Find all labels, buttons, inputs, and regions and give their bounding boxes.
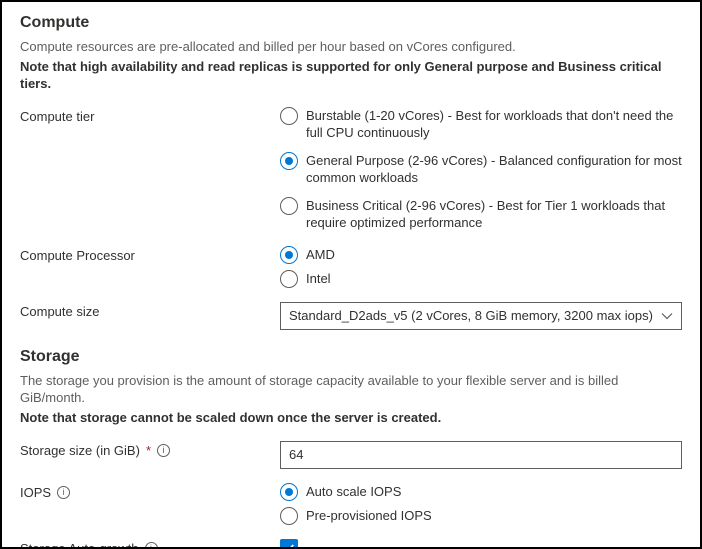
storage-heading: Storage (20, 348, 682, 366)
radio-icon (280, 507, 298, 525)
iops-option-pre[interactable]: Pre-provisioned IOPS (280, 507, 682, 525)
compute-size-row: Compute size Standard_D2ads_v5 (2 vCores… (20, 302, 682, 330)
processor-amd-text: AMD (306, 246, 335, 264)
compute-size-select[interactable]: Standard_D2ads_v5 (2 vCores, 8 GiB memor… (280, 302, 682, 330)
radio-icon (280, 152, 298, 170)
compute-processor-label: Compute Processor (20, 246, 280, 263)
compute-storage-panel: Compute Compute resources are pre-alloca… (0, 0, 702, 549)
tier-option-burstable[interactable]: Burstable (1-20 vCores) - Best for workl… (280, 107, 682, 142)
radio-icon (280, 197, 298, 215)
compute-tier-row: Compute tier Burstable (1-20 vCores) - B… (20, 107, 682, 232)
info-icon[interactable]: i (157, 444, 170, 457)
compute-tier-label: Compute tier (20, 107, 280, 124)
processor-option-intel[interactable]: Intel (280, 270, 682, 288)
autogrowth-label-text: Storage Auto-growth (20, 541, 139, 549)
info-icon[interactable]: i (145, 542, 158, 549)
chevron-down-icon (661, 310, 673, 322)
tier-burstable-text: Burstable (1-20 vCores) - Best for workl… (306, 107, 682, 142)
compute-processor-row: Compute Processor AMD Intel (20, 246, 682, 288)
compute-processor-options: AMD Intel (280, 246, 682, 288)
tier-option-critical[interactable]: Business Critical (2-96 vCores) - Best f… (280, 197, 682, 232)
compute-note: Note that high availability and read rep… (20, 58, 682, 93)
compute-description: Compute resources are pre-allocated and … (20, 38, 682, 56)
iops-row: IOPS i Auto scale IOPS Pre-provisioned I… (20, 483, 682, 525)
storage-size-input[interactable] (280, 441, 682, 469)
compute-heading: Compute (20, 14, 682, 32)
radio-icon (280, 246, 298, 264)
autogrowth-checkbox[interactable] (280, 539, 298, 549)
compute-size-label: Compute size (20, 302, 280, 319)
radio-icon (280, 483, 298, 501)
storage-description: The storage you provision is the amount … (20, 372, 682, 407)
compute-tier-options: Burstable (1-20 vCores) - Best for workl… (280, 107, 682, 232)
storage-size-row: Storage size (in GiB) * i (20, 441, 682, 469)
tier-option-general[interactable]: General Purpose (2-96 vCores) - Balanced… (280, 152, 682, 187)
iops-label-text: IOPS (20, 485, 51, 500)
storage-size-label-text: Storage size (in GiB) (20, 443, 140, 458)
processor-option-amd[interactable]: AMD (280, 246, 682, 264)
iops-option-auto[interactable]: Auto scale IOPS (280, 483, 682, 501)
storage-note: Note that storage cannot be scaled down … (20, 409, 682, 427)
radio-icon (280, 270, 298, 288)
iops-label: IOPS i (20, 483, 280, 500)
iops-options: Auto scale IOPS Pre-provisioned IOPS (280, 483, 682, 525)
tier-general-text: General Purpose (2-96 vCores) - Balanced… (306, 152, 682, 187)
info-icon[interactable]: i (57, 486, 70, 499)
radio-icon (280, 107, 298, 125)
processor-intel-text: Intel (306, 270, 331, 288)
required-asterisk: * (146, 443, 151, 458)
iops-auto-text: Auto scale IOPS (306, 483, 401, 501)
iops-pre-text: Pre-provisioned IOPS (306, 507, 432, 525)
tier-critical-text: Business Critical (2-96 vCores) - Best f… (306, 197, 682, 232)
compute-size-value: Standard_D2ads_v5 (2 vCores, 8 GiB memor… (289, 308, 653, 323)
storage-size-label: Storage size (in GiB) * i (20, 441, 280, 458)
autogrowth-label: Storage Auto-growth i (20, 539, 280, 549)
autogrowth-row: Storage Auto-growth i (20, 539, 682, 549)
storage-section: Storage The storage you provision is the… (20, 348, 682, 549)
